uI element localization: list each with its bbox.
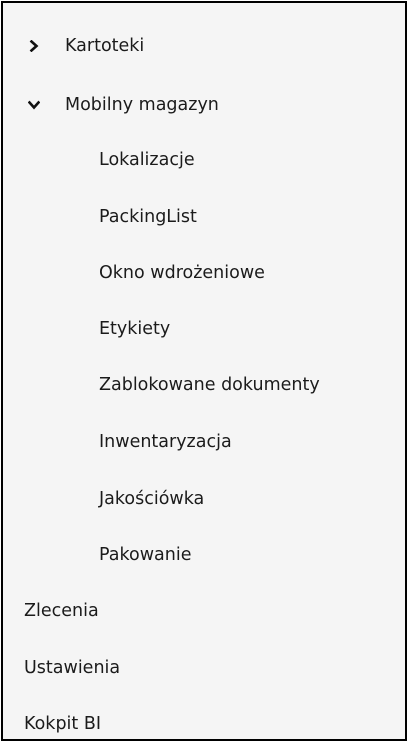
submenu-item-pakowanie[interactable]: Pakowanie — [3, 530, 405, 580]
menu-item-label: Kokpit BI — [24, 714, 102, 734]
submenu-item-label: Lokalizacje — [99, 150, 195, 170]
chevron-right-icon[interactable] — [27, 39, 41, 53]
submenu-item-label: Etykiety — [99, 319, 171, 339]
submenu-item-okno-wdrozeniowe[interactable]: Okno wdrożeniowe — [3, 248, 405, 298]
submenu-item-label: PackingList — [99, 207, 197, 227]
menu-item-label: Ustawienia — [24, 658, 121, 678]
menu-item-ustawienia[interactable]: Ustawienia — [3, 643, 405, 693]
submenu-item-etykiety[interactable]: Etykiety — [3, 304, 405, 354]
chevron-down-icon[interactable] — [27, 98, 41, 112]
submenu-item-label: Pakowanie — [99, 545, 192, 565]
menu-item-label: Mobilny magazyn — [65, 95, 219, 115]
submenu-item-inwentaryzacja[interactable]: Inwentaryzacja — [3, 417, 405, 467]
submenu-item-packinglist[interactable]: PackingList — [3, 192, 405, 242]
menu-item-kartoteki[interactable]: Kartoteki — [3, 21, 405, 71]
submenu-item-label: Jakościówka — [99, 489, 205, 509]
navigation-menu-panel: Kartoteki Mobilny magazyn Lokalizacje Pa… — [1, 1, 407, 741]
menu-item-label: Zlecenia — [24, 601, 99, 621]
menu-item-kokpit-bi[interactable]: Kokpit BI — [3, 699, 405, 739]
submenu-item-lokalizacje[interactable]: Lokalizacje — [3, 135, 405, 185]
submenu-item-zablokowane-dokumenty[interactable]: Zablokowane dokumenty — [3, 360, 405, 410]
submenu-item-label: Zablokowane dokumenty — [99, 375, 320, 395]
menu-item-zlecenia[interactable]: Zlecenia — [3, 586, 405, 636]
submenu-item-label: Inwentaryzacja — [99, 432, 232, 452]
menu-item-label: Kartoteki — [65, 36, 145, 56]
submenu-item-label: Okno wdrożeniowe — [99, 263, 265, 283]
menu-item-mobilny-magazyn[interactable]: Mobilny magazyn — [3, 80, 405, 130]
submenu-item-jakosciowka[interactable]: Jakościówka — [3, 474, 405, 524]
